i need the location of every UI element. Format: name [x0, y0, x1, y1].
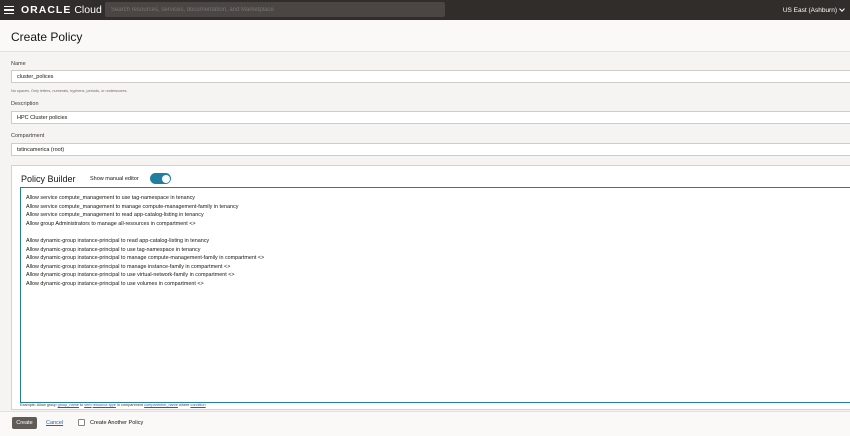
region-selector[interactable]: US East (Ashburn): [782, 0, 845, 20]
example-verb[interactable]: verb: [84, 403, 91, 407]
example-in-compartment: in compartment: [116, 403, 144, 407]
policy-statement-line: Allow dynamic-group instance-principal t…: [26, 255, 265, 262]
page-title: Create Policy: [11, 30, 83, 44]
top-nav-bar: ORACLE Cloud US East (Ashburn): [0, 0, 850, 20]
example-condition[interactable]: condition: [190, 403, 205, 407]
policy-statement-line: Allow dynamic-group instance-principal t…: [26, 280, 204, 287]
policy-statement-line: Allow service compute_management to mana…: [26, 203, 239, 210]
policy-builder-title: Policy Builder: [21, 174, 76, 184]
policy-statement-line: Allow dynamic-group instance-principal t…: [26, 272, 235, 279]
footer-actions: Create Cancel Create Another Policy: [0, 411, 850, 436]
policy-statement-line: Allow dynamic-group instance-principal t…: [26, 237, 210, 244]
policy-statement-line: Allow group Administrators to manage all…: [26, 220, 196, 227]
policy-editor-textarea[interactable]: Allow service compute_management to use …: [20, 187, 850, 403]
create-another-label: Create Another Policy: [90, 420, 144, 426]
name-label: Name: [11, 61, 26, 67]
toggle-knob: [161, 174, 170, 183]
policy-statement-line: Allow service compute_management to read…: [26, 212, 204, 219]
name-input[interactable]: cluster_polices: [11, 70, 850, 83]
create-button[interactable]: Create: [12, 417, 37, 429]
oracle-cloud-logo[interactable]: ORACLE Cloud: [21, 4, 102, 16]
cancel-link[interactable]: Cancel: [46, 420, 63, 426]
compartment-label: Compartment: [11, 133, 45, 139]
policy-statement-line: Allow dynamic-group instance-principal t…: [26, 263, 231, 270]
manual-editor-toggle[interactable]: [150, 173, 171, 184]
policy-statement-line: Allow service compute_management to use …: [26, 195, 195, 201]
description-label: Description: [11, 101, 39, 107]
example-resource-type[interactable]: resource-type: [93, 403, 116, 407]
hamburger-icon[interactable]: [4, 5, 14, 15]
policy-statement-line: Allow dynamic-group instance-principal t…: [26, 246, 201, 253]
create-another-checkbox[interactable]: [78, 419, 85, 426]
example-group-name[interactable]: group_name: [58, 403, 79, 407]
brand-cloud: Cloud: [74, 4, 102, 16]
policy-statement-line: [26, 228, 850, 237]
example-where: where: [179, 403, 190, 407]
page-header: Create Policy: [0, 20, 850, 52]
region-label: US East (Ashburn): [782, 6, 837, 14]
search-bar[interactable]: [105, 2, 445, 17]
name-hint: No spaces. Only letters, numerals, hyphe…: [11, 89, 128, 93]
policy-builder-panel: Policy Builder Show manual editor Allow …: [11, 165, 850, 410]
description-input[interactable]: HPC Cluster policies: [11, 111, 850, 124]
compartment-select[interactable]: tstincamerica (root): [11, 143, 850, 156]
example-compartment-name[interactable]: compartment_name: [144, 403, 178, 407]
manual-editor-label: Show manual editor: [90, 175, 139, 182]
example-to: to: [79, 403, 84, 407]
example-prefix: Example: Allow group: [20, 403, 57, 407]
policy-example: Example: Allow group group_name to verb …: [20, 403, 206, 407]
chevron-down-icon: [839, 6, 845, 12]
brand-oracle: ORACLE: [21, 4, 72, 16]
search-input[interactable]: [111, 6, 445, 13]
